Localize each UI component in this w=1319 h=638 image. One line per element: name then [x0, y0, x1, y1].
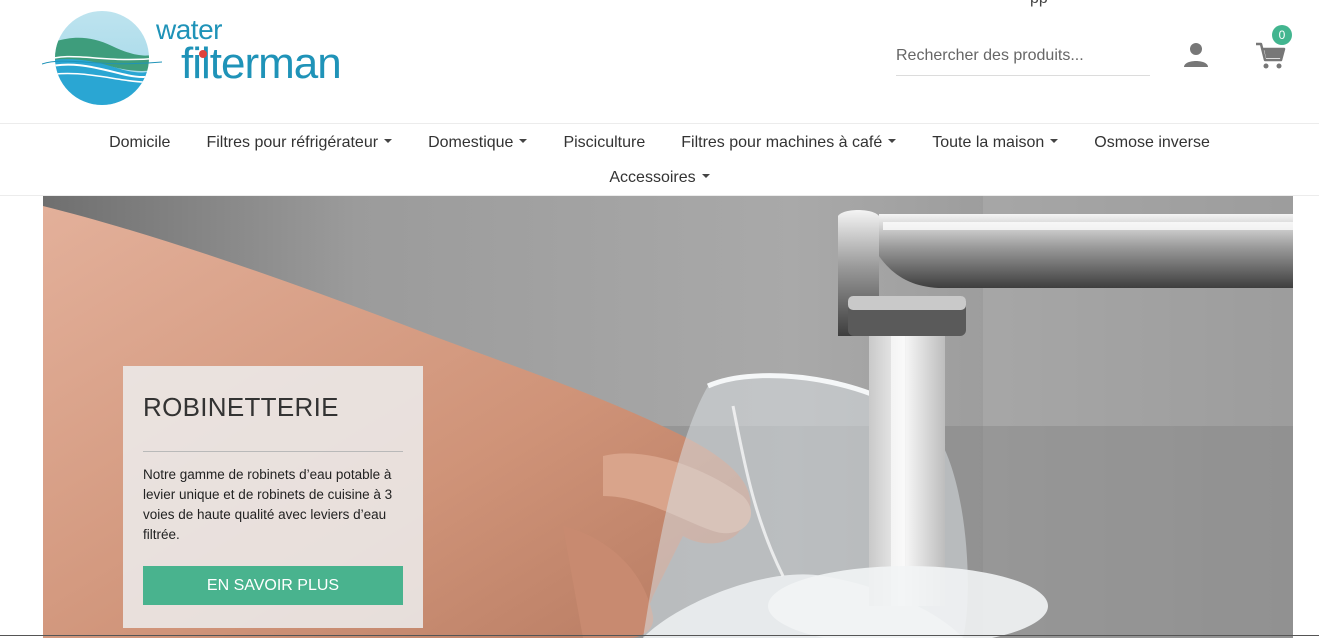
nav-item-accessoires[interactable]: Accessoires [591, 167, 727, 189]
cart-count-badge: 0 [1272, 25, 1292, 45]
caret-down-icon [1050, 138, 1059, 143]
logo-wave-icon [41, 11, 163, 105]
caret-down-icon [701, 173, 710, 178]
main-navigation: Domicile Filtres pour réfrigérateur Dome… [0, 123, 1319, 196]
account-button[interactable] [1182, 41, 1210, 69]
nav-item-toute-la-maison[interactable]: Toute la maison [914, 132, 1076, 154]
learn-more-button[interactable]: EN SAVOIR PLUS [143, 566, 403, 605]
nav-item-filtres-refrigerateur[interactable]: Filtres pour réfrigérateur [188, 132, 410, 154]
promo-divider [143, 451, 403, 452]
nav-item-filtres-machines-cafe[interactable]: Filtres pour machines à café [663, 132, 914, 154]
hero-banner: ROBINETTERIE Notre gamme de robinets d’e… [43, 196, 1293, 638]
nav-item-domicile[interactable]: Domicile [91, 132, 188, 154]
logo-red-dot [199, 50, 207, 58]
nav-item-label: Filtres pour réfrigérateur [206, 134, 379, 151]
caret-down-icon [888, 138, 897, 143]
bottom-divider [0, 635, 1319, 636]
nav-item-osmose-inverse[interactable]: Osmose inverse [1076, 132, 1228, 154]
promo-description: Notre gamme de robinets d’eau potable à … [143, 467, 393, 542]
promo-title: ROBINETTERIE [143, 392, 339, 422]
nav-item-label: Domestique [428, 134, 514, 151]
nav-item-label: Filtres pour machines à café [681, 134, 883, 151]
nav-item-label: Toute la maison [932, 134, 1045, 151]
nav-item-pisciculture[interactable]: Pisciculture [545, 132, 663, 154]
logo-word-filterman: filterman [181, 39, 342, 88]
nav-item-label: Osmose inverse [1094, 134, 1210, 151]
nav-item-label: Pisciculture [563, 134, 646, 151]
promo-card: ROBINETTERIE Notre gamme de robinets d’e… [123, 366, 423, 628]
nav-item-label: Accessoires [609, 169, 696, 186]
brand-logo[interactable]: water filterman [41, 6, 342, 106]
user-icon [1184, 43, 1208, 67]
site-header: water filterman pp 0 [0, 0, 1319, 124]
search-input[interactable] [896, 36, 1150, 76]
caret-down-icon [384, 138, 393, 143]
nav-item-label: Domicile [109, 134, 171, 151]
nav-row: Accessoires [0, 167, 1319, 189]
nav-item-domestique[interactable]: Domestique [410, 132, 545, 154]
top-cut-text: pp [1030, 0, 1048, 8]
caret-down-icon [519, 138, 528, 143]
nav-row: Domicile Filtres pour réfrigérateur Dome… [0, 132, 1319, 154]
